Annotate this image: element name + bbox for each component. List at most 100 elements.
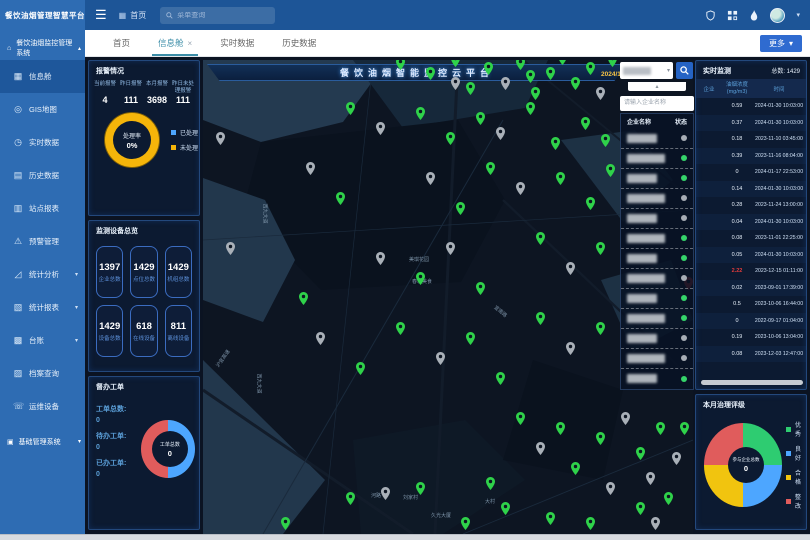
- sidebar-item-实时数据[interactable]: ◷实时数据: [0, 126, 85, 159]
- realtime-row[interactable]: 0.592024-01-30 10:03:00: [696, 98, 806, 115]
- map-pin-icon[interactable]: [451, 77, 460, 90]
- map-pin-icon[interactable]: [656, 422, 665, 435]
- map-pin-icon[interactable]: [586, 197, 595, 210]
- realtime-row[interactable]: 02024-01-17 22:53:00: [696, 164, 806, 181]
- company-row[interactable]: [621, 129, 693, 149]
- map-pin-icon[interactable]: [536, 232, 545, 245]
- map-pin-icon[interactable]: [376, 252, 385, 265]
- map-pin-icon[interactable]: [484, 62, 493, 75]
- map-pin-icon[interactable]: [426, 172, 435, 185]
- map-pin-icon[interactable]: [446, 132, 455, 145]
- map-pin-icon[interactable]: [396, 60, 405, 70]
- map-pin-icon[interactable]: [571, 462, 580, 475]
- company-row[interactable]: [621, 169, 693, 189]
- notification-icon[interactable]: [705, 10, 716, 21]
- map-pin-icon[interactable]: [226, 242, 235, 255]
- map-pin-icon[interactable]: [516, 412, 525, 425]
- map-pin-icon[interactable]: [606, 164, 615, 177]
- map-pin-icon[interactable]: [356, 362, 365, 375]
- company-row[interactable]: [621, 209, 693, 229]
- map-pin-icon[interactable]: [456, 202, 465, 215]
- flame-icon[interactable]: [749, 10, 759, 21]
- map-pin-icon[interactable]: [346, 102, 355, 115]
- map-pin-icon[interactable]: [546, 512, 555, 525]
- map-pin-icon[interactable]: [536, 312, 545, 325]
- map-pin-icon[interactable]: [596, 87, 605, 100]
- sidebar-item-档案查询[interactable]: ▨档案查询: [0, 357, 85, 390]
- map-pin-icon[interactable]: [396, 322, 405, 335]
- company-row[interactable]: [621, 269, 693, 289]
- map-pin-icon[interactable]: [381, 487, 390, 500]
- map-pin-icon[interactable]: [306, 162, 315, 175]
- company-row[interactable]: [621, 229, 693, 249]
- map-pin-icon[interactable]: [501, 502, 510, 515]
- map-pin-icon[interactable]: [299, 292, 308, 305]
- realtime-row[interactable]: 0.022023-09-01 17:39:00: [696, 280, 806, 297]
- tab-首页[interactable]: 首页: [99, 30, 144, 56]
- sidebar-item-历史数据[interactable]: ▤历史数据: [0, 159, 85, 192]
- map-pin-icon[interactable]: [426, 67, 435, 80]
- more-button[interactable]: 更多▾: [760, 35, 802, 52]
- realtime-row[interactable]: 0.052024-01-30 10:03:00: [696, 247, 806, 264]
- company-row[interactable]: [621, 329, 693, 349]
- map-pin-icon[interactable]: [416, 107, 425, 120]
- map-pin-icon[interactable]: [316, 332, 325, 345]
- map-pin-icon[interactable]: [436, 352, 445, 365]
- realtime-row[interactable]: 0.282023-11-24 13:00:00: [696, 197, 806, 214]
- map-pin-icon[interactable]: [476, 282, 485, 295]
- map-pin-icon[interactable]: [556, 422, 565, 435]
- map-pin-icon[interactable]: [461, 517, 470, 530]
- map-pin-icon[interactable]: [486, 477, 495, 490]
- map-pin-icon[interactable]: [664, 492, 673, 505]
- apps-icon[interactable]: [727, 10, 738, 21]
- map-pin-icon[interactable]: [376, 122, 385, 135]
- map-pin-icon[interactable]: [466, 82, 475, 95]
- map-pin-icon[interactable]: [476, 112, 485, 125]
- map-pin-icon[interactable]: [680, 422, 689, 435]
- company-row[interactable]: [621, 149, 693, 169]
- realtime-row[interactable]: 0.182023-11-10 03:45:00: [696, 131, 806, 148]
- realtime-row[interactable]: 2.222023-12-15 01:11:00: [696, 263, 806, 280]
- sidebar-group-monitoring-system[interactable]: ⌂ 餐饮油烟监控管理系统 ▴: [0, 36, 85, 60]
- map-pin-icon[interactable]: [526, 70, 535, 83]
- map-pin-icon[interactable]: [336, 192, 345, 205]
- company-name-input[interactable]: [620, 96, 694, 111]
- map-pin-icon[interactable]: [636, 447, 645, 460]
- map-pin-icon[interactable]: [621, 412, 630, 425]
- realtime-row[interactable]: 0.082023-11-01 22:25:00: [696, 230, 806, 247]
- sidebar-item-信息舱[interactable]: ▦信息舱: [0, 60, 85, 93]
- map-pin-icon[interactable]: [216, 132, 225, 145]
- map-pin-icon[interactable]: [558, 60, 567, 65]
- realtime-row[interactable]: 0.52023-10-06 16:44:00: [696, 296, 806, 313]
- map-pin-icon[interactable]: [526, 102, 535, 115]
- map-pin-icon[interactable]: [466, 332, 475, 345]
- horizontal-scrollbar[interactable]: [701, 380, 803, 385]
- collapse-handle[interactable]: ▴: [628, 82, 686, 91]
- user-avatar[interactable]: [770, 8, 785, 23]
- company-row[interactable]: [621, 309, 693, 329]
- sidebar-item-运维设备[interactable]: ☏运维设备: [0, 390, 85, 423]
- sidebar-item-统计报表[interactable]: ▧统计报表▾: [0, 291, 85, 324]
- tab-历史数据[interactable]: 历史数据: [268, 30, 330, 56]
- tab-信息舱[interactable]: 信息舱×: [144, 30, 206, 56]
- map-pin-icon[interactable]: [608, 60, 617, 67]
- realtime-row[interactable]: 0.192023-10-06 13:04:00: [696, 329, 806, 346]
- map-pin-icon[interactable]: [536, 442, 545, 455]
- map-pin-icon[interactable]: [646, 472, 655, 485]
- map-pin-icon[interactable]: [606, 482, 615, 495]
- map-pin-icon[interactable]: [451, 60, 460, 67]
- close-icon[interactable]: ×: [188, 39, 193, 48]
- map-pin-icon[interactable]: [586, 517, 595, 530]
- map-pin-icon[interactable]: [566, 262, 575, 275]
- breadcrumb[interactable]: ▦ 首页: [119, 10, 147, 21]
- map-pin-icon[interactable]: [566, 342, 575, 355]
- map-pin-icon[interactable]: [416, 272, 425, 285]
- company-row[interactable]: [621, 289, 693, 309]
- map-pin-icon[interactable]: [551, 137, 560, 150]
- map-pin-icon[interactable]: [496, 372, 505, 385]
- sidebar-item-站点报表[interactable]: ▥站点报表: [0, 192, 85, 225]
- map-pin-icon[interactable]: [516, 60, 525, 70]
- map-pin-icon[interactable]: [601, 134, 610, 147]
- map-pin-icon[interactable]: [346, 492, 355, 505]
- company-search-button[interactable]: [676, 62, 693, 79]
